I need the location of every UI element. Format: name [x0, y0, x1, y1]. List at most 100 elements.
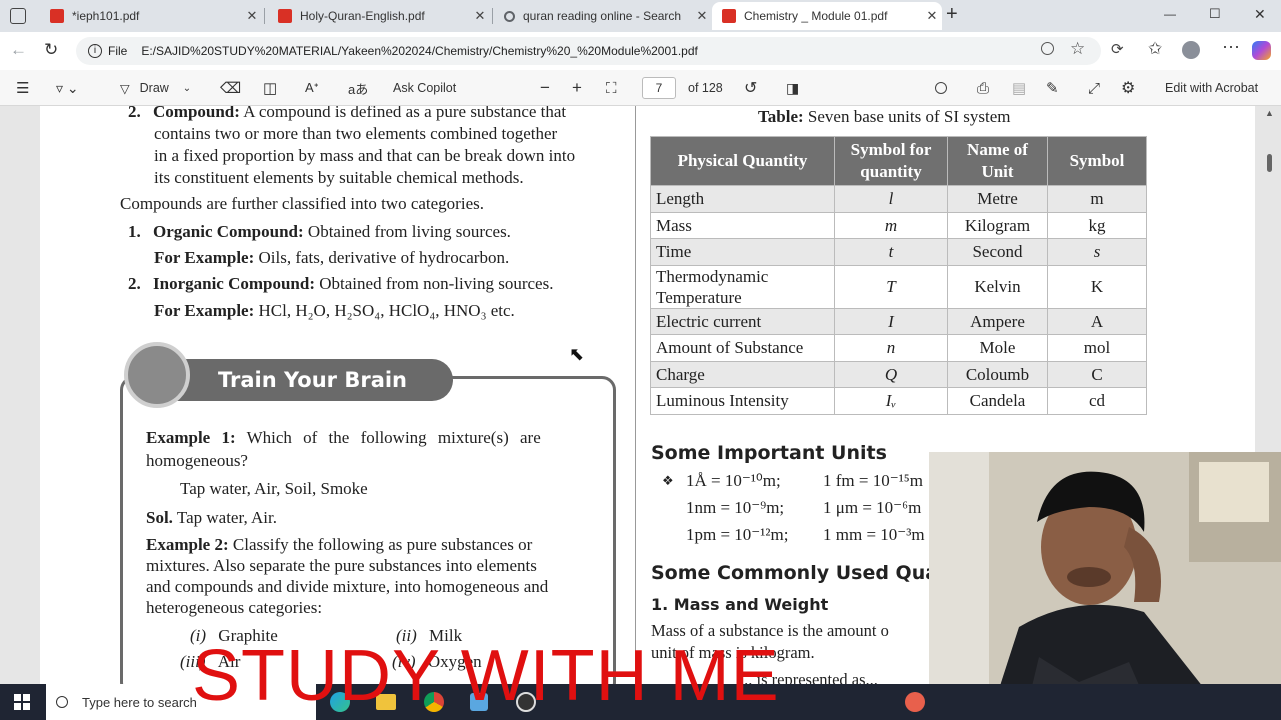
scrollbar-thumb[interactable] [1267, 154, 1272, 172]
print-icon[interactable]: ⎙ [977, 70, 989, 106]
common-units-heading: Some Commonly Used Quan [651, 562, 952, 584]
highlight-icon[interactable]: ▿ ⌄ [56, 70, 79, 106]
draw-button[interactable]: ▽ Draw ⌄ [120, 70, 191, 106]
example-1-options: Tap water, Air, Soil, Smoke [180, 479, 368, 498]
table-body: Length l Metre m Mass m Kilogram kg Time t Second s… [650, 185, 1147, 415]
train-your-brain-banner: Train Your Brain [148, 359, 453, 401]
quantity-cell: Thermodynamic Temperature [650, 264, 835, 309]
header-symbol: Symbol [1047, 136, 1147, 186]
paragraph-line: Compounds are further classified into tw… [120, 194, 484, 213]
units-heading: Some Important Units [651, 442, 887, 464]
tab-separator [264, 8, 265, 24]
tab-chemistry-module[interactable]: Chemistry _ Module 01.pdf ✕ [712, 2, 942, 30]
tab-holy-quran[interactable]: Holy-Quran-English.pdf ✕ [268, 2, 490, 30]
unit-symbol-cell: m [1047, 185, 1147, 213]
tab-actions-icon[interactable] [10, 8, 26, 24]
contents-icon[interactable]: ☰ [16, 70, 29, 106]
paragraph-line: and compounds and divide mixture, into h… [146, 577, 549, 596]
unit-angstrom: 1Å = 10⁻¹⁰m; [686, 471, 781, 490]
refresh-icon[interactable]: ↻ [44, 40, 58, 60]
profile-avatar[interactable] [1182, 41, 1200, 59]
page-view-icon[interactable]: ◫ [263, 70, 277, 106]
zoom-in-button[interactable]: + [572, 70, 582, 106]
unit-symbol-cell: A [1047, 307, 1147, 335]
unit-name-cell: Kelvin [947, 264, 1048, 309]
bullet-icon: ❖ [662, 473, 674, 488]
zoom-icon[interactable] [1041, 42, 1054, 55]
paragraph-line: in a fixed proportion by mass and that c… [154, 146, 576, 165]
eraser-icon[interactable]: ⌫ [220, 70, 241, 106]
unit-picometre: 1pm = 10⁻¹²m; [686, 525, 789, 544]
notification-icon[interactable] [905, 692, 925, 712]
info-icon[interactable]: i [88, 44, 102, 58]
page-number-input[interactable]: 7 [642, 77, 676, 99]
unit-symbol-cell: cd [1047, 387, 1147, 415]
tab-title: Holy-Quran-English.pdf [300, 9, 425, 23]
translate-icon[interactable]: aあ [348, 70, 368, 106]
fullscreen-icon[interactable]: ⤢ [1088, 70, 1100, 106]
tab-quran-search[interactable]: quran reading online - Search ✕ [494, 2, 712, 30]
save-icon[interactable]: ▤ [1012, 70, 1026, 106]
minimize-button[interactable]: — [1164, 7, 1176, 21]
close-tab-icon[interactable]: ✕ [692, 8, 712, 24]
two-page-icon[interactable]: ◨ [786, 70, 799, 106]
unit-name-cell: Second [947, 238, 1048, 266]
search-placeholder: Type here to search [82, 694, 197, 710]
ask-copilot-button[interactable]: Ask Copilot [393, 70, 456, 106]
copilot-icon[interactable] [1252, 41, 1271, 60]
unit-symbol-cell: kg [1047, 211, 1147, 239]
paragraph-line: contains two or more than two elements c… [154, 124, 558, 143]
inorganic-text: Obtained from non-living sources. [315, 274, 554, 293]
extensions-icon[interactable]: ⟳ [1111, 40, 1124, 58]
fit-page-icon[interactable]: ⛶ [606, 70, 617, 106]
maximize-button[interactable]: ☐ [1209, 6, 1221, 22]
pdf-toolbar: ☰ ▿ ⌄ ▽ Draw ⌄ ⌫ ◫ Aᐩ aあ Ask Copilot − +… [0, 70, 1281, 106]
close-tab-icon[interactable]: ✕ [470, 8, 490, 24]
table-row: Time t Second s [650, 238, 1147, 266]
unit-symbol-cell: mol [1047, 334, 1147, 362]
unit-name-cell: Candela [947, 387, 1048, 415]
table-row: Electric current I Ampere A [650, 307, 1147, 335]
close-tab-icon[interactable]: ✕ [242, 8, 262, 24]
search-icon[interactable] [935, 70, 947, 106]
back-icon[interactable]: ← [10, 40, 27, 60]
more-icon[interactable]: ⋯ [1222, 37, 1240, 58]
unit-name-cell: Mole [947, 334, 1048, 362]
compound-item: 2. Compound: A compound is defined as a … [128, 106, 566, 122]
table-row: Amount of Substance n Mole mol [650, 334, 1147, 362]
close-window-button[interactable]: ✕ [1254, 6, 1266, 23]
favorites-icon[interactable]: ✩ [1148, 39, 1162, 59]
unit-micrometre: 1 μm = 10⁻⁶m [823, 498, 922, 517]
draw-label: Draw [139, 81, 169, 95]
symbol-cell: l [834, 185, 948, 213]
scroll-up-icon[interactable]: ▲ [1265, 108, 1274, 118]
table-header-row: Physical Quantity Symbol for quantity Na… [650, 136, 1147, 186]
table-row: Charge Q Coloumb C [650, 360, 1147, 388]
settings-gear-icon[interactable]: ⚙ [1121, 70, 1135, 106]
quantity-cell: Charge [650, 360, 835, 388]
edit-with-acrobat-button[interactable]: Edit with Acrobat [1165, 70, 1258, 106]
table-row: Mass m Kilogram kg [650, 211, 1147, 239]
zoom-out-button[interactable]: − [540, 70, 550, 106]
quantity-cell: Luminous Intensity [650, 387, 835, 415]
favorite-star-icon[interactable]: ☆ [1070, 39, 1085, 59]
chevron-down-icon: ⌄ [182, 82, 192, 94]
tab-ieph101[interactable]: *ieph101.pdf ✕ [40, 2, 262, 30]
read-aloud-icon[interactable]: Aᐩ [305, 70, 319, 106]
tab-title: Chemistry _ Module 01.pdf [744, 9, 888, 23]
unit-nanometre: 1nm = 10⁻⁹m; [686, 498, 785, 517]
paragraph-line: mixtures. Also separate the pure substan… [146, 556, 537, 575]
close-tab-icon[interactable]: ✕ [922, 8, 942, 24]
rotate-icon[interactable]: ↺ [744, 70, 757, 106]
search-icon [504, 10, 515, 22]
save-as-icon[interactable]: ✎ [1046, 70, 1059, 106]
organic-item: 1. Organic Compound: Obtained from livin… [128, 222, 511, 241]
inorganic-example: For Example: HCl, H₂O, H₂SO₄, HClO₄, HNO… [154, 301, 515, 320]
windows-start-icon[interactable] [14, 694, 30, 710]
new-tab-button[interactable]: + [946, 3, 958, 26]
quantity-cell: Time [650, 238, 835, 266]
unit-name-cell: Ampere [947, 307, 1048, 335]
unit-name-cell: Metre [947, 185, 1048, 213]
tab-title: *ieph101.pdf [72, 9, 140, 23]
address-field[interactable]: i File E:/SAJID%20STUDY%20MATERIAL/Yakee… [76, 37, 1101, 65]
